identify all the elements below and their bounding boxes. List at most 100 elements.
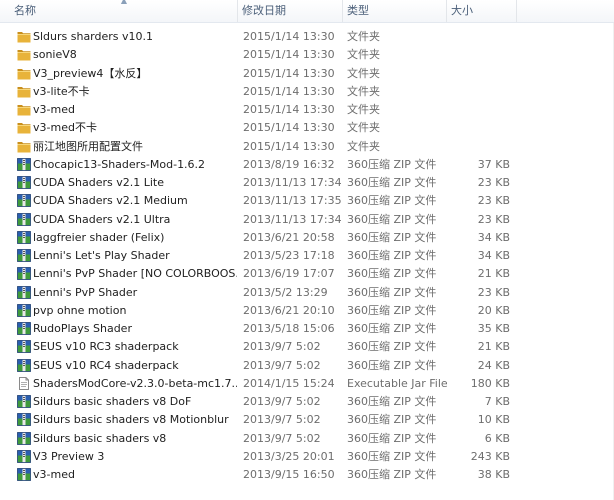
- file-type: 360压缩 ZIP 文件: [347, 176, 437, 189]
- file-size: 37 KB: [477, 157, 510, 171]
- file-type: 360压缩 ZIP 文件: [347, 322, 437, 335]
- file-size: 243 KB: [470, 449, 510, 463]
- zip-archive-icon: [17, 176, 31, 189]
- file-modified-date: 2013/9/7 5:02: [243, 395, 321, 408]
- file-row[interactable]: SEUS v10 RC3 shaderpack 2013/9/7 5:02 360压…: [0, 338, 614, 356]
- file-row[interactable]: Lenni's Let's Play Shader 2013/5/23 17:18…: [0, 247, 614, 265]
- file-type: 文件夹: [347, 48, 380, 62]
- file-row[interactable]: V3_preview4【水反】 2015/1/14 13:30 文件夹: [0, 65, 614, 83]
- file-name: Lenni's PvP Shader: [33, 285, 138, 299]
- file-type: 360压缩 ZIP 文件: [347, 230, 437, 244]
- file-modified-date: 2015/1/14 13:30: [243, 30, 335, 43]
- file-size: [447, 65, 510, 83]
- file-row[interactable]: laggfreier shader (Felix) 2013/6/21 20:58…: [0, 229, 614, 247]
- column-divider[interactable]: [516, 0, 517, 22]
- file-modified-date: 2013/5/2 13:29: [243, 285, 328, 299]
- file-size: 23 KB: [477, 212, 510, 226]
- file-size: 23 KB: [477, 285, 510, 299]
- file-name: sonieV8: [33, 48, 77, 62]
- file-size: [447, 28, 510, 46]
- file-modified-date: 2013/11/13 17:34: [243, 212, 342, 226]
- column-header-bar: ▲ 名称 修改日期 类型 大小: [0, 0, 614, 23]
- file-modified-date: 2015/1/14 13:30: [243, 48, 335, 62]
- file-modified-date: 2015/1/14 13:30: [243, 121, 335, 135]
- file-row[interactable]: v3-med不卡 2015/1/14 13:30 文件夹: [0, 119, 614, 137]
- zip-archive-icon: [17, 212, 31, 226]
- column-header-name[interactable]: 名称: [10, 0, 238, 22]
- file-row[interactable]: v3-lite不卡 2015/1/14 13:30 文件夹: [0, 83, 614, 101]
- file-row[interactable]: Lenni's PvP Shader [NO COLORBOOS... 2013/…: [0, 265, 614, 283]
- zip-archive-icon: [17, 468, 31, 481]
- file-row[interactable]: CUDA Shaders v2.1 Medium 2013/11/13 17:35…: [0, 192, 614, 210]
- file-row[interactable]: Sildurs basic shaders v8 DoF 2013/9/7 5:0…: [0, 393, 614, 411]
- file-modified-date: 2013/3/25 20:01: [243, 449, 335, 463]
- file-row[interactable]: Sildurs basic shaders v8 2013/9/7 5:02 360…: [0, 430, 614, 448]
- column-header-size[interactable]: 大小: [447, 0, 517, 22]
- file-row[interactable]: 丽江地图所用配置文件 2015/1/14 13:30 文件夹: [0, 138, 614, 156]
- file-modified-date: 2013/6/21 20:58: [243, 230, 335, 244]
- file-row[interactable]: ShadersModCore-v2.3.0-beta-mc1.7.... 2014…: [0, 375, 614, 393]
- file-modified-date: 2013/9/7 5:02: [243, 340, 321, 354]
- file-size: 180 KB: [470, 376, 510, 390]
- file-row[interactable]: Sildurs basic shaders v8 Motionblur 2013/…: [0, 411, 614, 429]
- file-type: 360压缩 ZIP 文件: [347, 413, 437, 427]
- file-modified-date: 2013/9/7 5:02: [243, 413, 321, 427]
- file-size: 35 KB: [477, 322, 510, 335]
- file-row[interactable]: v3-med 2015/1/14 13:30 文件夹: [0, 101, 614, 119]
- file-size: [447, 138, 510, 156]
- file-row[interactable]: V3 Preview 3 2013/3/25 20:01 360压缩 ZIP 文件 2…: [0, 448, 614, 466]
- file-name: laggfreier shader (Felix): [33, 230, 165, 244]
- file-row[interactable]: pvp ohne motion 2013/6/21 20:10 360压缩 ZIP …: [0, 302, 614, 320]
- file-type: 360压缩 ZIP 文件: [347, 249, 437, 262]
- file-modified-date: 2013/6/19 17:07: [243, 267, 335, 281]
- zip-archive-icon: [17, 340, 31, 354]
- zip-archive-icon: [17, 358, 31, 372]
- file-type: 360压缩 ZIP 文件: [347, 157, 437, 171]
- file-row[interactable]: SEUS v10 RC4 shaderpack 2013/9/7 5:02 360压…: [0, 357, 614, 375]
- file-size: [447, 46, 510, 64]
- folder-icon: [17, 48, 31, 61]
- file-row[interactable]: CUDA Shaders v2.1 Lite 2013/11/13 17:34 36…: [0, 174, 614, 192]
- jar-file-icon: [17, 376, 31, 390]
- file-size: 21 KB: [477, 340, 510, 354]
- zip-archive-icon: [17, 194, 31, 208]
- file-modified-date: 2015/1/14 13:30: [243, 66, 335, 80]
- zip-archive-icon: [17, 322, 31, 335]
- file-name: Lenni's Let's Play Shader: [33, 249, 170, 262]
- zip-archive-icon: [17, 249, 31, 262]
- file-name: 丽江地图所用配置文件: [33, 139, 143, 153]
- file-modified-date: 2013/5/23 17:18: [243, 249, 335, 262]
- column-header-type[interactable]: 类型: [343, 0, 447, 22]
- file-type: 360压缩 ZIP 文件: [347, 194, 437, 208]
- file-name: pvp ohne motion: [33, 303, 127, 317]
- column-header-date[interactable]: 修改日期: [238, 0, 342, 22]
- file-modified-date: 2015/1/14 13:30: [243, 139, 335, 153]
- file-name: Chocapic13-Shaders-Mod-1.6.2: [33, 157, 206, 171]
- file-row[interactable]: sonieV8 2015/1/14 13:30 文件夹: [0, 46, 614, 64]
- file-modified-date: 2013/11/13 17:35: [243, 194, 342, 208]
- zip-archive-icon: [17, 157, 31, 171]
- file-size: 23 KB: [477, 176, 510, 189]
- file-row[interactable]: Lenni's PvP Shader 2013/5/2 13:29 360压缩 ZI…: [0, 284, 614, 302]
- file-name: Sildurs basic shaders v8 DoF: [33, 395, 192, 408]
- file-row[interactable]: Chocapic13-Shaders-Mod-1.6.2 2013/8/19 16…: [0, 156, 614, 174]
- file-type: 360压缩 ZIP 文件: [347, 285, 437, 299]
- file-row[interactable]: CUDA Shaders v2.1 Ultra 2013/11/13 17:34 3…: [0, 211, 614, 229]
- file-row[interactable]: RudoPlays Shader 2013/5/18 15:06 360压缩 ZIP…: [0, 320, 614, 338]
- file-type: 360压缩 ZIP 文件: [347, 340, 437, 354]
- file-name: V3 Preview 3: [33, 449, 105, 463]
- file-modified-date: 2015/1/14 13:30: [243, 103, 335, 116]
- file-type: 文件夹: [347, 30, 380, 43]
- file-name: CUDA Shaders v2.1 Ultra: [33, 212, 171, 226]
- file-row[interactable]: Sldurs sharders v10.1 2015/1/14 13:30 文件夹: [0, 28, 614, 46]
- file-modified-date: 2013/9/15 16:50: [243, 468, 335, 481]
- file-size: 21 KB: [477, 267, 510, 281]
- file-name: Sildurs basic shaders v8: [33, 431, 167, 445]
- file-name: Sildurs basic shaders v8 Motionblur: [33, 413, 229, 427]
- file-size: 24 KB: [477, 358, 510, 372]
- zip-archive-icon: [17, 285, 31, 299]
- file-row[interactable]: v3-med 2013/9/15 16:50 360压缩 ZIP 文件 38 KB: [0, 466, 614, 484]
- file-name: Sldurs sharders v10.1: [33, 30, 154, 43]
- file-type: 360压缩 ZIP 文件: [347, 449, 437, 463]
- file-size: 10 KB: [477, 413, 510, 427]
